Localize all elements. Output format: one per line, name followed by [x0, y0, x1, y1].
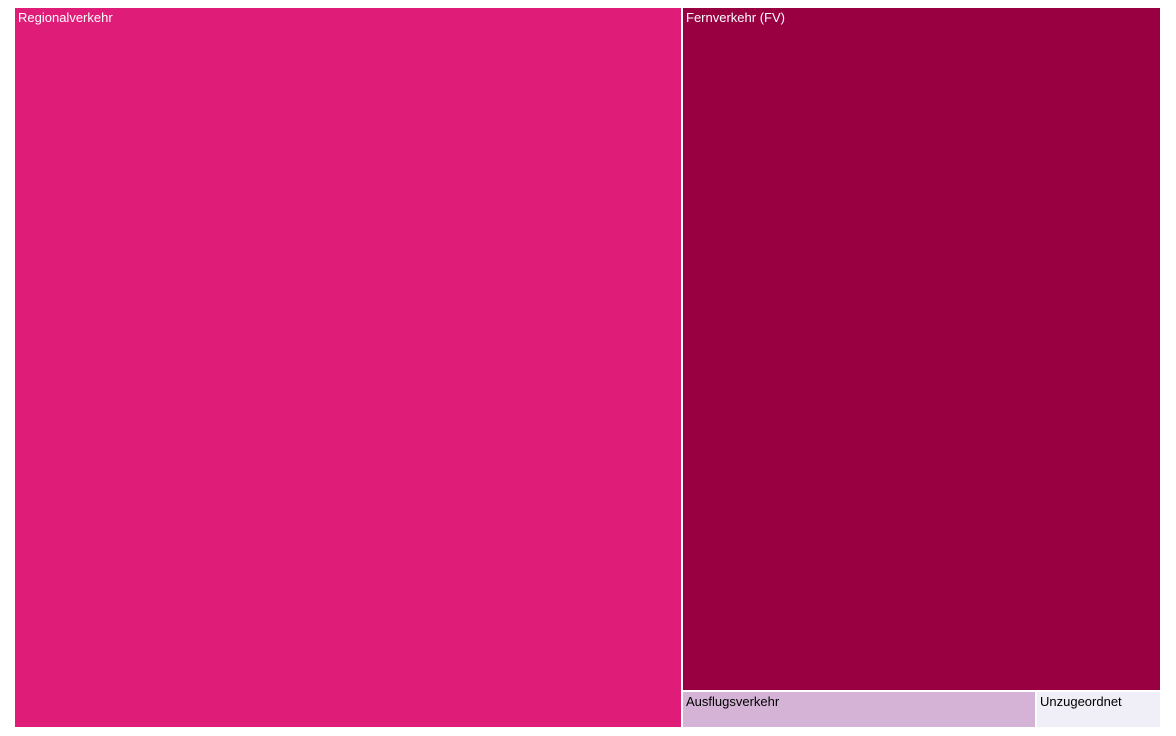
treemap-chart: Regionalverkehr Fernverkehr (FV) Ausflug…: [15, 8, 1160, 727]
tile-regionalverkehr[interactable]: Regionalverkehr: [15, 8, 681, 727]
tile-fernverkehr[interactable]: Fernverkehr (FV): [683, 8, 1160, 690]
tile-label-ausflugsverkehr: Ausflugsverkehr: [686, 694, 780, 709]
tile-label-unzugeordnet: Unzugeordnet: [1040, 694, 1122, 709]
tile-unzugeordnet[interactable]: Unzugeordnet: [1037, 692, 1160, 727]
tile-ausflugsverkehr[interactable]: Ausflugsverkehr: [683, 692, 1035, 727]
tile-label-fernverkehr: Fernverkehr (FV): [686, 10, 785, 25]
tile-label-regionalverkehr: Regionalverkehr: [18, 10, 113, 25]
